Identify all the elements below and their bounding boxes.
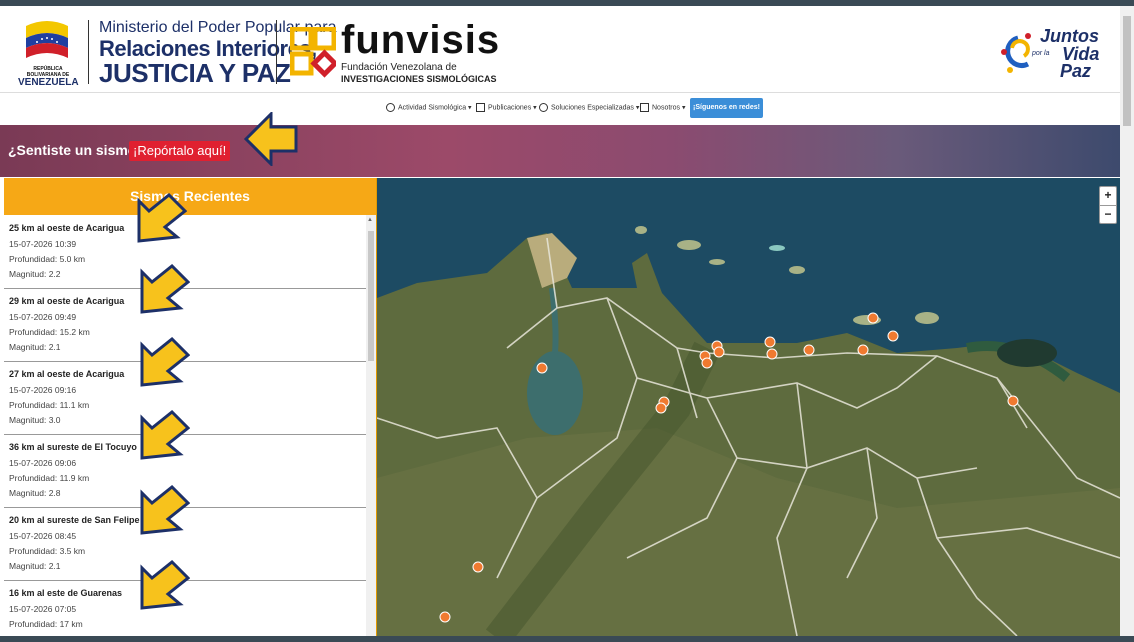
quake-marker: [701, 357, 713, 369]
quake-list-scrollbar[interactable]: ▲: [366, 215, 376, 636]
quake-magnitude: Magnitud: 2.8: [9, 488, 61, 498]
funvisis-logo-icon: [290, 27, 336, 78]
scrollbar-thumb[interactable]: [368, 231, 374, 361]
funvisis-name: funvisis: [341, 18, 501, 62]
nav-item-label: Soluciones Especializadas: [551, 104, 634, 112]
arrow-icon: [140, 410, 190, 460]
slogan-por-la: por la: [1032, 50, 1050, 57]
arrow-icon: [244, 112, 298, 166]
arrow-icon: [137, 193, 187, 243]
page-scrollbar-thumb[interactable]: [1123, 16, 1131, 126]
quake-depth: Profundidad: 17 km: [9, 619, 83, 629]
window-bottom-bar: [0, 636, 1134, 642]
quake-depth: Profundidad: 11.9 km: [9, 473, 90, 483]
map-canvas: [377, 178, 1120, 636]
quake-depth: Profundidad: 3.5 km: [9, 546, 86, 556]
quake-marker: [439, 611, 451, 623]
nav-item-label: Nosotros: [652, 104, 681, 112]
quake-title: 25 km al oeste de Acarigua: [9, 223, 125, 233]
quake-marker: [1007, 395, 1019, 407]
quake-datetime: 15-07-2026 09:16: [9, 385, 77, 395]
quake-marker: [887, 330, 899, 342]
quake-marker: [764, 336, 776, 348]
logo-separator: [88, 20, 89, 84]
nav-item-label: Publicaciones: [488, 104, 532, 112]
quake-title: 36 km al sureste de El Tocuyo: [9, 442, 137, 452]
document-icon: [476, 103, 485, 112]
gov-logo-country: VENEZUELA: [18, 77, 79, 88]
arrow-icon: [140, 560, 190, 610]
nav-item-publicaciones[interactable]: Publicaciones ▾: [476, 103, 537, 112]
report-banner: ¿Sentiste un sismo? ¡Repórtalo aquí!: [0, 125, 1120, 177]
quake-marker: [867, 312, 879, 324]
quake-magnitude: Magnitud: 2.1: [9, 342, 61, 352]
quake-marker: [766, 348, 778, 360]
quake-title: 27 km al oeste de Acarigua: [9, 369, 125, 379]
quake-datetime: 15-07-2026 10:39: [9, 239, 77, 249]
quake-depth: Profundidad: 15.2 km: [9, 327, 90, 337]
main-nav: Actividad Sismológica ▾ Publicaciones ▾ …: [0, 92, 1120, 126]
quake-magnitude: Magnitud: 2.2: [9, 269, 61, 279]
quake-title: 16 km al este de Guarenas: [9, 588, 123, 598]
quake-depth: Profundidad: 5.0 km: [9, 254, 86, 264]
quake-marker: [713, 346, 725, 358]
quake-datetime: 15-07-2026 08:45: [9, 531, 77, 541]
quake-marker: [803, 344, 815, 356]
banner-question: ¿Sentiste un sismo?: [8, 142, 145, 158]
ministry-line-3: JUSTICIA Y PAZ: [99, 58, 291, 88]
quake-datetime: 15-07-2026 09:49: [9, 312, 77, 322]
funvisis-subtitle-2: INVESTIGACIONES SISMOLÓGICAS: [341, 74, 497, 84]
report-button[interactable]: ¡Repórtalo aquí!: [129, 141, 231, 161]
quake-marker: [655, 402, 667, 414]
venezuela-coat-icon: [26, 21, 68, 58]
quake-title: 29 km al oeste de Acarigua: [9, 296, 125, 306]
globe-icon: [386, 103, 395, 112]
social-button[interactable]: ¡Síguenos en redes!: [690, 98, 763, 118]
quake-marker: [536, 362, 548, 374]
nav-item-soluciones[interactable]: Soluciones Especializadas ▾: [539, 103, 639, 112]
slogan-paz: Paz: [1060, 61, 1092, 81]
recent-quakes-panel: Sismos Recientes 25 km al oeste de Acari…: [4, 178, 377, 636]
zoom-out-button[interactable]: −: [1100, 206, 1116, 224]
site-header: REPÚBLICA BOLIVARIANA DE VENEZUELA Minis…: [0, 6, 1120, 92]
page-scrollbar[interactable]: [1120, 6, 1134, 636]
nav-item-label: Actividad Sismológica: [398, 104, 467, 112]
gear-icon: [539, 103, 548, 112]
nav-item-nosotros[interactable]: Nosotros ▾: [640, 103, 685, 112]
info-icon: [640, 103, 649, 112]
quake-magnitude: Magnitud: 3.0: [9, 415, 61, 425]
logo-separator: [276, 20, 277, 84]
panel-title: Sismos Recientes: [4, 178, 376, 215]
seismic-map[interactable]: [377, 178, 1120, 636]
arrow-icon: [140, 485, 190, 535]
quake-datetime: 15-07-2026 09:06: [9, 458, 77, 468]
map-zoom-control: + −: [1099, 186, 1117, 224]
quake-marker: [472, 561, 484, 573]
gov-logo-text: REPÚBLICA BOLIVARIANA DE VENEZUELA: [18, 66, 79, 88]
funvisis-subtitle-1: Fundación Venezolana de: [341, 62, 457, 73]
quake-title: 20 km al sureste de San Felipe: [9, 515, 140, 525]
quake-depth: Profundidad: 11.1 km: [9, 400, 90, 410]
nav-item-actividad[interactable]: Actividad Sismológica ▾: [386, 103, 472, 112]
scroll-up-icon[interactable]: ▲: [367, 217, 373, 223]
quake-datetime: 15-07-2026 07:05: [9, 604, 77, 614]
zoom-in-button[interactable]: +: [1100, 187, 1116, 206]
arrow-icon: [140, 337, 190, 387]
quake-magnitude: Magnitud: 2.1: [9, 561, 61, 571]
arrow-icon: [140, 264, 190, 314]
quake-marker: [857, 344, 869, 356]
